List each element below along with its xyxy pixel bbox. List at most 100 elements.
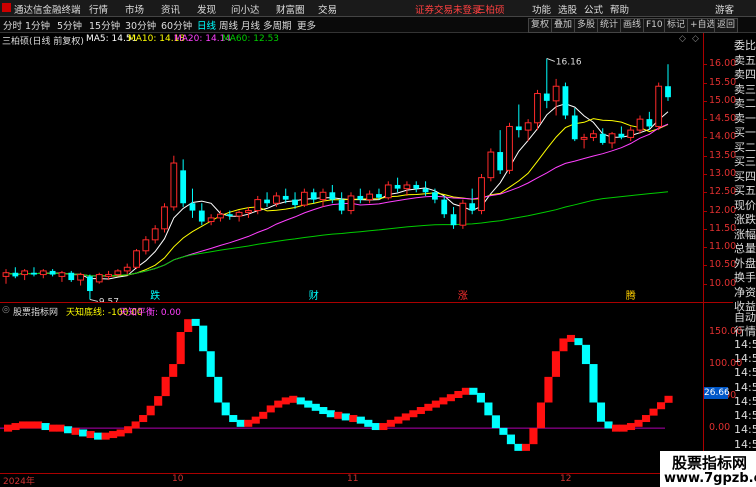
candle[interactable] [142, 236, 150, 255]
candle[interactable] [627, 126, 635, 142]
candle[interactable] [403, 181, 411, 196]
candle[interactable] [207, 214, 215, 226]
candle[interactable] [552, 78, 560, 116]
candle[interactable] [300, 188, 308, 207]
candle[interactable] [161, 203, 168, 233]
candle[interactable] [618, 126, 625, 140]
period-1min[interactable]: 1分钟 [25, 18, 50, 32]
f10-button[interactable]: F10 [643, 18, 666, 33]
period-weekly[interactable]: 周线 [219, 18, 238, 32]
candle[interactable] [264, 192, 270, 207]
candle[interactable] [245, 206, 252, 218]
candle[interactable] [366, 190, 374, 204]
menu-stock-select[interactable]: 选股 [558, 2, 577, 16]
candle[interactable] [273, 192, 280, 207]
candle[interactable] [534, 89, 541, 131]
candle[interactable] [31, 267, 37, 277]
candle[interactable] [189, 188, 196, 218]
indicator-bar [296, 397, 305, 405]
user-guest[interactable]: 游客 [715, 2, 734, 16]
period-daily[interactable]: 日线 [197, 18, 216, 32]
candle[interactable] [357, 188, 364, 204]
period-30min[interactable]: 30分钟 [125, 18, 156, 32]
candle[interactable] [170, 155, 178, 211]
back-button[interactable]: 返回 [714, 18, 739, 33]
indicator-chart[interactable] [0, 316, 703, 473]
candle[interactable] [478, 174, 485, 215]
candle[interactable] [2, 269, 10, 284]
candle[interactable] [506, 122, 513, 174]
candle[interactable] [571, 108, 578, 142]
candle[interactable] [562, 82, 569, 120]
period-intraday[interactable]: 分时 [3, 18, 22, 32]
candle[interactable] [413, 181, 420, 193]
menu-fortune[interactable]: 财富圈 [276, 2, 305, 16]
menu-quotes[interactable]: 行情 [89, 2, 108, 16]
menu-wenxiaoda[interactable]: 问小达 [231, 2, 260, 16]
candle[interactable] [394, 177, 401, 193]
candle[interactable] [21, 269, 29, 281]
expand-icon[interactable]: ◇ [692, 34, 699, 44]
candle[interactable] [217, 210, 224, 222]
candle[interactable] [580, 133, 588, 149]
candle[interactable] [87, 274, 93, 300]
period-multi[interactable]: 多周期 [263, 18, 292, 32]
candle[interactable] [487, 148, 495, 182]
candle[interactable] [151, 225, 159, 244]
mark-button[interactable]: 标记 [664, 18, 689, 33]
candle[interactable] [459, 199, 467, 229]
candle[interactable] [319, 188, 327, 207]
candle[interactable] [133, 248, 140, 270]
indicator-icon[interactable]: ◎ [2, 305, 10, 315]
candle[interactable] [469, 188, 476, 215]
candle[interactable] [665, 64, 671, 101]
period-15min[interactable]: 15分钟 [89, 18, 120, 32]
adjust-button[interactable]: 复权 [528, 18, 553, 33]
period-monthly[interactable]: 月线 [241, 18, 260, 32]
statistics-button[interactable]: 统计 [597, 18, 622, 33]
candle[interactable] [515, 104, 522, 138]
menu-formula[interactable]: 公式 [584, 2, 603, 16]
candle[interactable] [655, 82, 663, 131]
collapse-icon[interactable]: ◇ [679, 34, 686, 44]
candle[interactable] [441, 195, 448, 218]
candle[interactable] [590, 130, 597, 142]
candle[interactable] [235, 210, 243, 222]
candle[interactable] [347, 192, 355, 215]
menu-discover[interactable]: 发现 [197, 2, 216, 16]
candle[interactable] [636, 115, 644, 134]
candle[interactable] [292, 192, 298, 209]
candle[interactable] [12, 267, 19, 279]
candle[interactable] [432, 188, 438, 204]
menu-function[interactable]: 功能 [532, 2, 551, 16]
candle[interactable] [338, 192, 345, 215]
candle[interactable] [58, 270, 66, 282]
candle[interactable] [450, 206, 457, 229]
candle[interactable] [608, 131, 616, 149]
period-60min[interactable]: 60分钟 [161, 18, 192, 32]
draw-line-button[interactable]: 画线 [620, 18, 645, 33]
candlestick-chart[interactable]: 16.169.57跌财涨腾 [0, 46, 703, 302]
menu-trade[interactable]: 交易 [318, 2, 337, 16]
candle[interactable] [497, 130, 504, 174]
candle[interactable] [95, 272, 103, 284]
candle[interactable] [198, 203, 205, 226]
candle[interactable] [543, 58, 550, 109]
watermark-title: 股票指标网 [672, 454, 748, 472]
candle[interactable] [39, 269, 47, 279]
login-notice[interactable]: 证券交易未登录 [415, 2, 482, 16]
menu-help[interactable]: 帮助 [610, 2, 629, 16]
menu-news[interactable]: 资讯 [161, 2, 180, 16]
candle[interactable] [68, 270, 75, 282]
period-5min[interactable]: 5分钟 [57, 18, 82, 32]
multi-stock-button[interactable]: 多股 [574, 18, 599, 33]
candle[interactable] [310, 188, 317, 204]
candle[interactable] [77, 272, 84, 286]
candle[interactable] [180, 159, 187, 207]
menu-market[interactable]: 市场 [125, 2, 144, 16]
period-more[interactable]: 更多 [297, 18, 316, 32]
candle[interactable] [123, 263, 131, 275]
candle[interactable] [384, 181, 392, 200]
overlay-button[interactable]: 叠加 [551, 18, 576, 33]
candle[interactable] [49, 269, 56, 277]
